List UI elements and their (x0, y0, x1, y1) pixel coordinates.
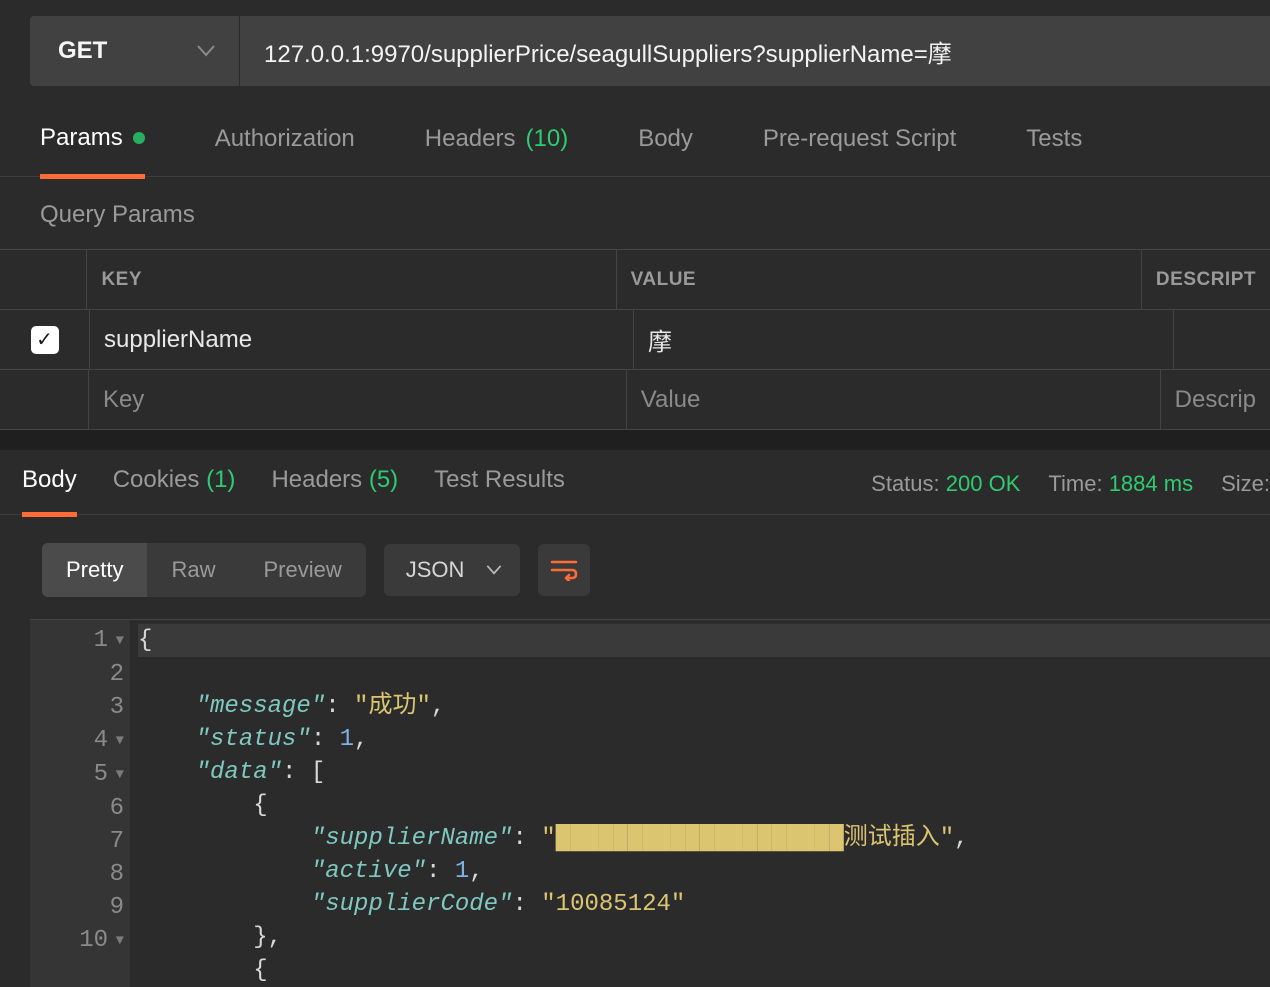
new-param-key-input[interactable]: Key (89, 370, 627, 429)
resp-tab-body-label: Body (22, 466, 77, 493)
time-meta: Time: 1884 ms (1048, 471, 1193, 497)
param-enabled-checkbox[interactable]: ✓ (0, 310, 90, 369)
status-value: 200 OK (946, 471, 1021, 496)
param-value-input[interactable]: 摩 (634, 310, 1174, 369)
chevron-down-icon (486, 565, 502, 575)
status-label: Status: (871, 471, 939, 496)
method-select[interactable]: GET (30, 16, 240, 86)
resp-tab-headers-label: Headers (271, 466, 362, 493)
response-toolbar: Pretty Raw Preview JSON (0, 515, 1270, 619)
response-code-area: 1▼ 2 3 4▼ 5▼ 6 7 8 9 10▼ { "message": "成… (30, 619, 1270, 987)
chevron-down-icon (197, 45, 215, 57)
tab-authorization-label: Authorization (215, 125, 355, 153)
new-param-desc-input[interactable]: Descrip (1161, 370, 1270, 429)
new-param-value-placeholder: Value (641, 386, 701, 414)
param-desc-input[interactable] (1174, 310, 1270, 369)
method-label: GET (58, 37, 107, 65)
view-mode-segment: Pretty Raw Preview (42, 543, 366, 597)
tab-body-label: Body (638, 125, 693, 153)
line-gutter: 1▼ 2 3 4▼ 5▼ 6 7 8 9 10▼ (30, 620, 130, 987)
resp-tab-body[interactable]: Body (22, 466, 77, 517)
request-tabs: Params Authorization Headers (10) Body P… (0, 86, 1270, 177)
view-pretty-button[interactable]: Pretty (42, 543, 147, 597)
url-input[interactable]: 127.0.0.1:9970/supplierPrice/seagullSupp… (240, 34, 1270, 69)
new-param-check (0, 370, 89, 429)
table-header-row: KEY VALUE DESCRIPT (0, 250, 1270, 310)
table-header-key: KEY (87, 250, 616, 309)
new-param-value-input[interactable]: Value (627, 370, 1161, 429)
size-label: Size: (1221, 471, 1270, 496)
table-header-check (0, 250, 87, 309)
resp-tab-cookies-label: Cookies (113, 466, 200, 493)
param-key-input[interactable]: supplierName (90, 310, 634, 369)
query-params-title: Query Params (0, 177, 1270, 249)
query-params-table: KEY VALUE DESCRIPT ✓ supplierName 摩 Key … (0, 249, 1270, 430)
time-label: Time: (1048, 471, 1102, 496)
request-url-bar: GET 127.0.0.1:9970/supplierPrice/seagull… (30, 16, 1270, 86)
response-bar: Body Cookies (1) Headers (5) Test Result… (0, 450, 1270, 515)
resp-tab-cookies[interactable]: Cookies (1) (113, 466, 236, 514)
line-wrap-button[interactable] (538, 544, 590, 596)
size-meta: Size: (1221, 471, 1270, 497)
tab-prerequest[interactable]: Pre-request Script (763, 125, 956, 175)
response-meta: Status: 200 OK Time: 1884 ms Size: (871, 471, 1270, 509)
response-tabs: Body Cookies (1) Headers (5) Test Result… (22, 466, 565, 514)
table-row: ✓ supplierName 摩 (0, 310, 1270, 370)
resp-tab-test-results-label: Test Results (434, 466, 565, 493)
table-header-desc: DESCRIPT (1142, 250, 1270, 309)
new-param-key-placeholder: Key (103, 386, 144, 414)
status-meta: Status: 200 OK (871, 471, 1020, 497)
tab-prerequest-label: Pre-request Script (763, 125, 956, 153)
tab-authorization[interactable]: Authorization (215, 125, 355, 175)
line-wrap-icon (550, 559, 578, 581)
tab-headers-count: (10) (526, 125, 569, 153)
checkmark-icon: ✓ (31, 326, 59, 354)
resp-tab-headers[interactable]: Headers (5) (271, 466, 398, 514)
table-header-value: VALUE (617, 250, 1142, 309)
resp-tab-headers-count: (5) (369, 466, 398, 493)
tab-tests-label: Tests (1026, 125, 1082, 153)
tab-params-label: Params (40, 124, 123, 152)
param-value-value: 摩 (648, 322, 672, 357)
resp-tab-cookies-count: (1) (206, 466, 235, 493)
params-active-dot-icon (133, 132, 145, 144)
tab-headers[interactable]: Headers (10) (425, 125, 568, 175)
tab-body[interactable]: Body (638, 125, 693, 175)
tab-tests[interactable]: Tests (1026, 125, 1082, 175)
tab-headers-label: Headers (425, 125, 516, 153)
view-raw-button[interactable]: Raw (147, 543, 239, 597)
time-value: 1884 ms (1109, 471, 1193, 496)
tab-params[interactable]: Params (40, 124, 145, 179)
resp-tab-test-results[interactable]: Test Results (434, 466, 565, 514)
param-key-value: supplierName (104, 326, 252, 354)
view-preview-button[interactable]: Preview (239, 543, 365, 597)
url-text: 127.0.0.1:9970/supplierPrice/seagullSupp… (264, 41, 952, 68)
new-param-desc-placeholder: Descrip (1175, 386, 1256, 414)
table-row-new: Key Value Descrip (0, 370, 1270, 430)
format-select[interactable]: JSON (384, 544, 521, 596)
format-label: JSON (406, 557, 465, 583)
response-body-code[interactable]: { "message": "成功", "status": 1, "data": … (130, 620, 1270, 987)
